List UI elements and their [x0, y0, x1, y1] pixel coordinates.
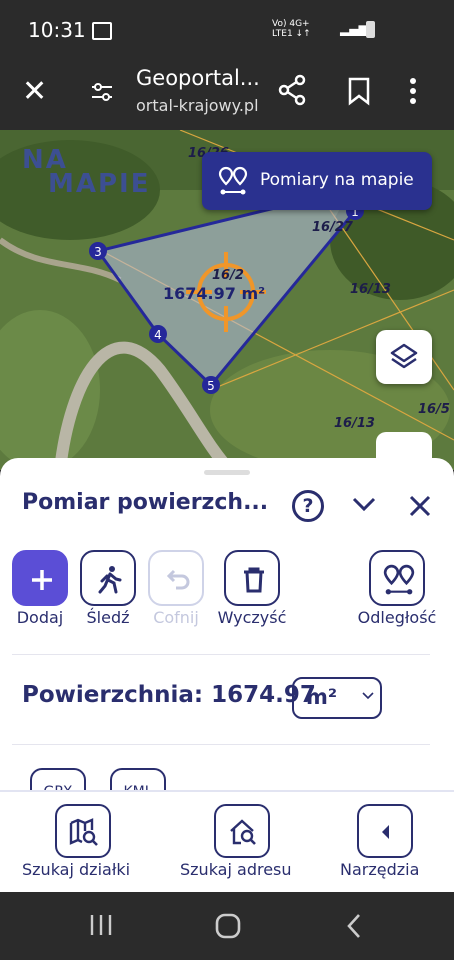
drag-handle[interactable] — [204, 470, 250, 475]
chevron-down-icon — [362, 692, 374, 700]
battery-icon — [366, 21, 375, 38]
tools-icon — [382, 825, 389, 839]
status-bar: 10:31 Vo) 4G+ LTE1 ↓↑ ▂▄▆ — [0, 0, 454, 60]
svg-text:4: 4 — [154, 328, 162, 342]
distance-icon — [383, 564, 415, 595]
add-point-button[interactable] — [12, 550, 68, 606]
plot-label: 16/13 — [350, 282, 391, 297]
home-icon[interactable] — [214, 912, 242, 940]
trash-icon — [244, 567, 264, 593]
distance-label: Odległość — [357, 608, 437, 627]
chevron-down-icon[interactable] — [352, 494, 376, 514]
tools-button[interactable] — [357, 804, 413, 858]
search-plot-icon — [69, 818, 98, 846]
svg-text:3: 3 — [94, 245, 102, 259]
divider — [12, 744, 430, 745]
browser-toolbar: ✕ Geoportal... ortal-krajowy.pl — [0, 60, 454, 130]
svg-text:5: 5 — [207, 379, 215, 393]
page-url[interactable]: ortal-krajowy.pl — [136, 96, 259, 115]
search-plot-label: Szukaj działki — [22, 860, 131, 879]
panel-title: Pomiar powierzch... — [22, 490, 269, 515]
tools-label: Narzędzia — [340, 860, 420, 879]
signal-icon: ▂▄▆ — [340, 22, 368, 36]
track-label: Śledź — [86, 608, 130, 627]
back-icon[interactable] — [344, 912, 364, 940]
undo-button[interactable] — [148, 550, 204, 606]
close-icon[interactable] — [408, 494, 432, 518]
site-settings-icon[interactable] — [90, 80, 114, 104]
unit-value: m² — [306, 685, 338, 709]
distance-button[interactable] — [369, 550, 425, 606]
search-address-icon — [230, 819, 256, 845]
clear-label: Wyczyść — [217, 608, 287, 627]
more-options-icon[interactable] — [408, 76, 418, 106]
clear-button[interactable] — [224, 550, 280, 606]
measured-area-label: 1674.97 m² — [163, 284, 266, 303]
system-navigation-bar — [0, 892, 454, 960]
network-indicator: Vo) 4G+ LTE1 ↓↑ — [272, 19, 311, 39]
plot-label: 16/13 — [334, 416, 375, 431]
recent-apps-icon[interactable] — [88, 912, 114, 938]
help-icon[interactable]: ? — [292, 490, 324, 522]
na-mapie-logo: NA MAPIE — [22, 145, 151, 199]
search-address-button[interactable] — [214, 804, 270, 858]
measurements-button[interactable]: Pomiary na mapie — [202, 152, 432, 210]
status-time: 10:31 — [28, 18, 86, 42]
bottom-navigation: Szukaj działki Szukaj adresu Narzędzia — [0, 790, 454, 894]
plus-icon — [32, 570, 52, 590]
area-result: Powierzchnia: 1674.97 — [22, 682, 316, 708]
layers-button[interactable] — [376, 330, 432, 384]
layers-icon — [390, 343, 418, 369]
plot-label: 16/2 — [212, 268, 244, 283]
undo-icon — [166, 569, 190, 590]
distance-icon — [218, 166, 248, 195]
page-title: Geoportal... — [136, 66, 260, 90]
share-icon[interactable] — [278, 74, 308, 106]
divider — [12, 654, 430, 655]
bookmark-icon[interactable] — [346, 76, 372, 106]
plot-label: 16/5 — [418, 402, 450, 417]
plot-label: 16/27 — [312, 220, 353, 235]
search-address-label: Szukaj adresu — [180, 860, 292, 879]
track-button[interactable] — [80, 550, 136, 606]
walk-icon — [98, 566, 122, 594]
add-point-label: Dodaj — [16, 608, 64, 627]
close-tab-icon[interactable]: ✕ — [22, 77, 47, 107]
unit-select[interactable]: m² — [292, 677, 382, 719]
undo-label: Cofnij — [153, 608, 199, 627]
gallery-icon — [92, 22, 112, 40]
search-plot-button[interactable] — [55, 804, 111, 858]
measurements-label: Pomiary na mapie — [260, 170, 414, 190]
